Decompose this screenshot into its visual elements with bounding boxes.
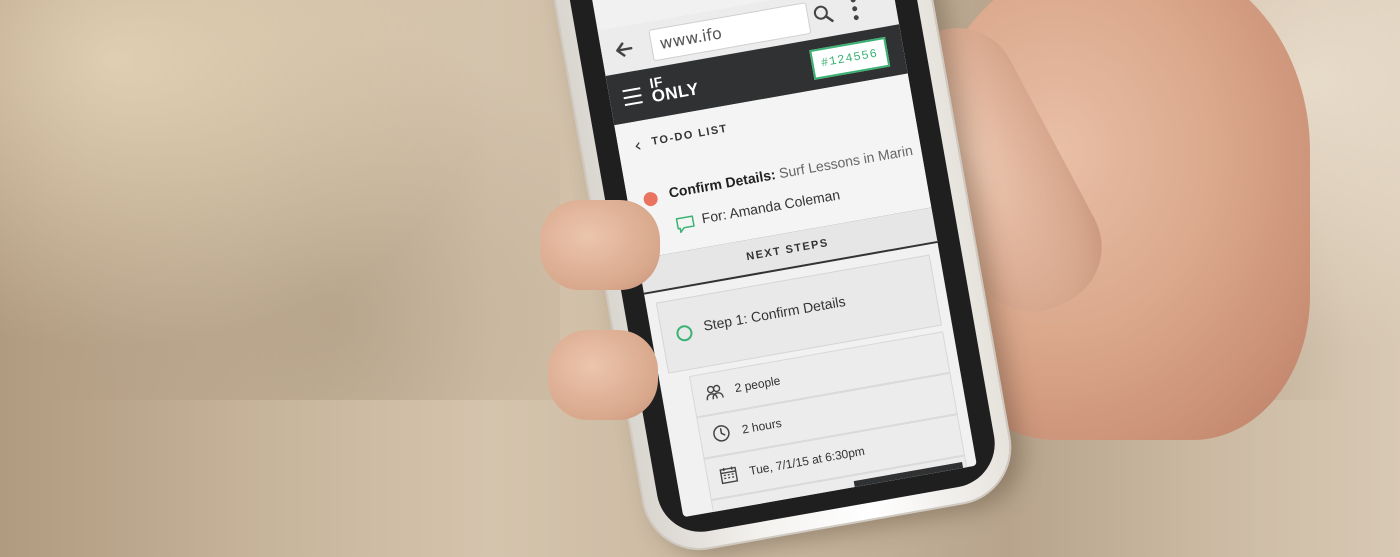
more-vertical-icon[interactable] <box>848 0 862 22</box>
clock-icon <box>713 425 730 442</box>
detail-people-text: 2 people <box>733 373 782 396</box>
task-title-rest: Surf Lessons in Marin <box>773 141 914 182</box>
hand-finger-upper <box>540 200 660 290</box>
menu-icon[interactable] <box>622 87 643 107</box>
people-icon <box>706 384 724 401</box>
chat-bubble-icon[interactable] <box>675 215 696 234</box>
if-only-logo[interactable]: IF ONLY <box>648 68 701 107</box>
step-title: Step 1: Confirm Details <box>702 292 847 334</box>
hand-finger-lower <box>548 330 658 420</box>
back-arrow-icon[interactable] <box>612 37 637 62</box>
detail-date-text: Tue, 7/1/15 at 6:30pm <box>748 443 866 478</box>
chevron-left-icon[interactable]: ‹ <box>632 135 643 157</box>
breadcrumb-label: TO-DO LIST <box>650 122 729 148</box>
status-dot-icon <box>642 190 659 208</box>
background-blur-left <box>0 0 560 400</box>
step-status-circle-icon[interactable] <box>675 323 694 343</box>
search-icon[interactable] <box>810 2 835 27</box>
detail-duration-text: 2 hours <box>740 415 783 437</box>
order-number-badge[interactable]: #124556 <box>808 36 891 80</box>
signpost-icon <box>728 508 744 518</box>
task-title-bold: Confirm Details: <box>667 166 777 201</box>
task-recipient: For: Amanda Coleman <box>700 186 842 227</box>
logo-bottom: ONLY <box>650 79 701 107</box>
calendar-icon <box>719 466 739 485</box>
